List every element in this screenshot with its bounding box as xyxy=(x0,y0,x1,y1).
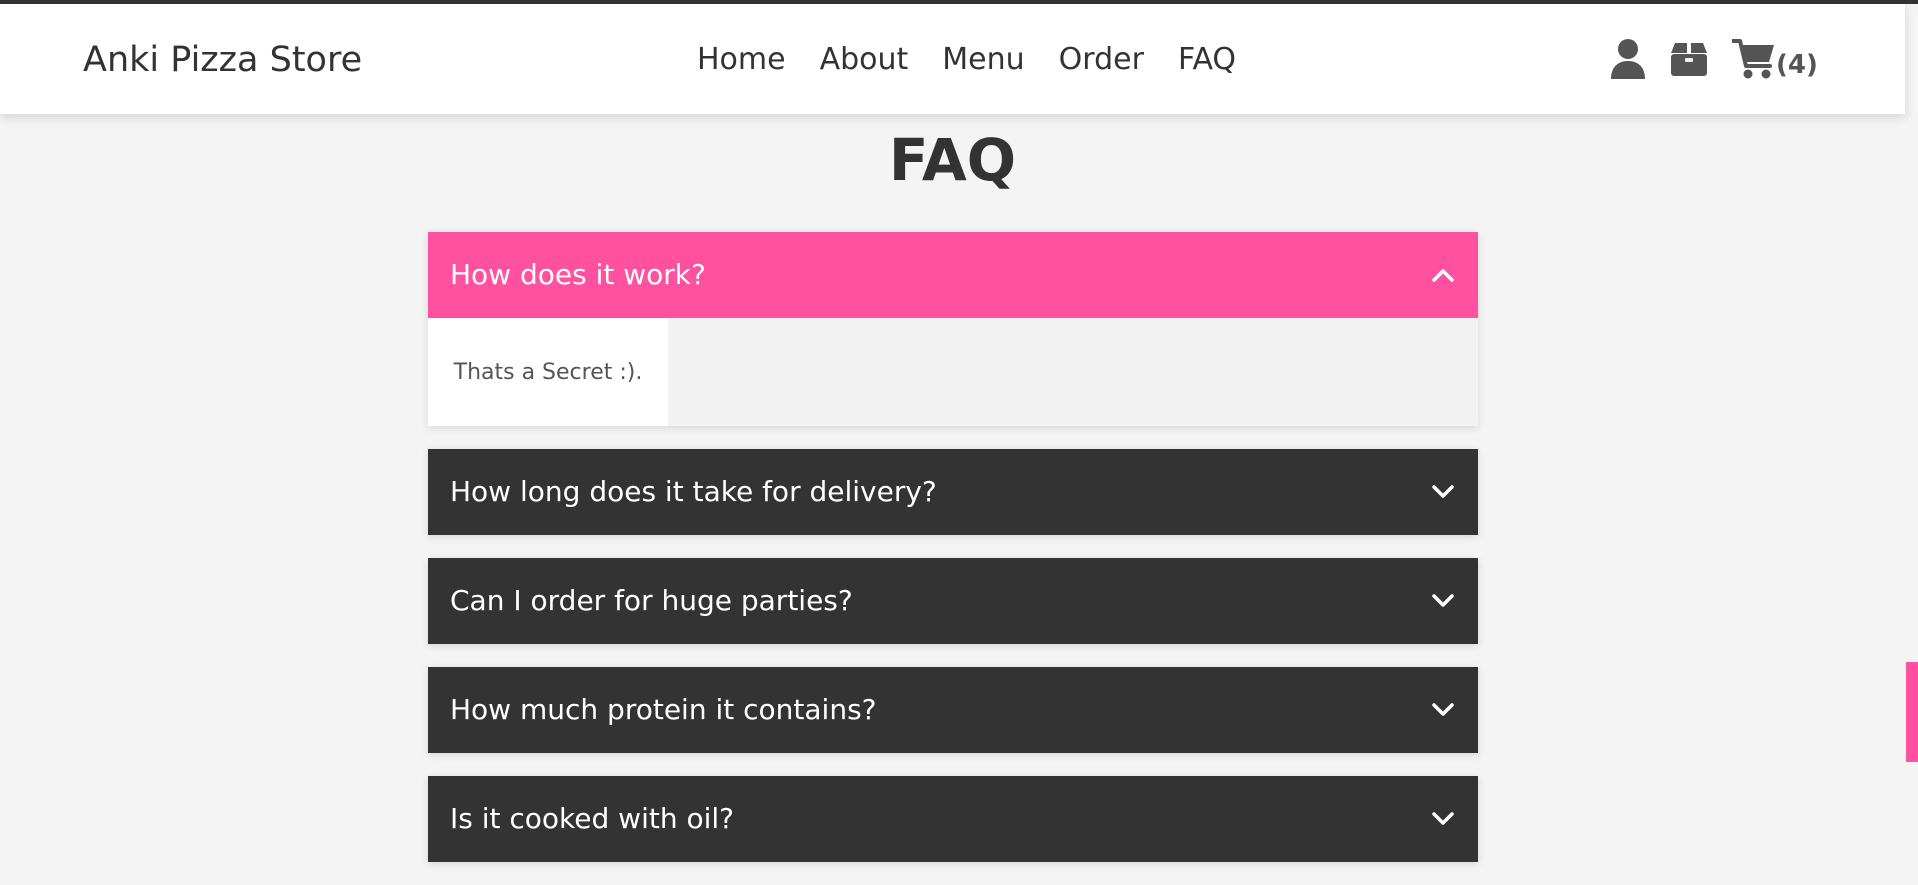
chevron-down-icon xyxy=(1432,485,1454,499)
nav-item-home: Home xyxy=(697,38,786,82)
faq-answer-panel: Thats a Secret :). xyxy=(428,318,1478,426)
nav-link-order[interactable]: Order xyxy=(1059,42,1144,77)
nav-item-order: Order xyxy=(1059,38,1144,82)
faq-item: How does it work? Thats a Secret :). xyxy=(428,232,1478,426)
faq-question-header[interactable]: How long does it take for delivery? xyxy=(428,449,1478,535)
chevron-down-icon xyxy=(1432,703,1454,717)
orders-button[interactable] xyxy=(1670,41,1708,77)
site-header: Anki Pizza Store Home About Menu Order F… xyxy=(0,4,1905,114)
nav-item-menu: Menu xyxy=(942,38,1024,82)
nav-link-faq[interactable]: FAQ xyxy=(1178,42,1236,77)
faq-item: Can I order for huge parties? xyxy=(428,558,1478,644)
faq-answer-box: Thats a Secret :). xyxy=(428,318,668,426)
nav-link-menu[interactable]: Menu xyxy=(942,42,1024,77)
faq-question: How long does it take for delivery? xyxy=(450,475,937,508)
cart-count-badge: (4) xyxy=(1776,50,1818,80)
header-icons: (4) xyxy=(1610,38,1818,80)
nav-link-home[interactable]: Home xyxy=(697,42,786,77)
faq-item: How long does it take for delivery? xyxy=(428,449,1478,535)
chevron-down-icon xyxy=(1432,594,1454,608)
user-icon xyxy=(1611,39,1645,79)
faq-question-header[interactable]: How does it work? xyxy=(428,232,1478,318)
faq-answer: Thats a Secret :). xyxy=(453,359,643,385)
faq-item: Is it cooked with oil? xyxy=(428,776,1478,862)
faq-item: How much protein it contains? xyxy=(428,667,1478,753)
cart-button[interactable]: (4) xyxy=(1732,38,1818,80)
cart-icon xyxy=(1732,39,1774,79)
page-title: FAQ xyxy=(888,126,1017,194)
faq-question-header[interactable]: Is it cooked with oil? xyxy=(428,776,1478,862)
faq-question-header[interactable]: Can I order for huge parties? xyxy=(428,558,1478,644)
nav-item-about: About xyxy=(820,38,909,82)
faq-question: How much protein it contains? xyxy=(450,693,877,726)
main-nav: Home About Menu Order FAQ xyxy=(697,38,1236,82)
nav-link-about[interactable]: About xyxy=(820,42,909,77)
chevron-up-icon xyxy=(1432,268,1454,282)
box-icon xyxy=(1671,43,1707,76)
faq-list: How does it work? Thats a Secret :). How… xyxy=(428,232,1478,885)
chevron-down-icon xyxy=(1432,812,1454,826)
nav-item-faq: FAQ xyxy=(1178,38,1236,82)
side-feedback-tab[interactable] xyxy=(1906,662,1918,762)
brand-logo-text[interactable]: Anki Pizza Store xyxy=(83,38,362,82)
faq-question: How does it work? xyxy=(450,258,706,291)
faq-question-header[interactable]: How much protein it contains? xyxy=(428,667,1478,753)
faq-question: Can I order for huge parties? xyxy=(450,584,853,617)
faq-question: Is it cooked with oil? xyxy=(450,802,735,835)
account-button[interactable] xyxy=(1610,38,1646,80)
